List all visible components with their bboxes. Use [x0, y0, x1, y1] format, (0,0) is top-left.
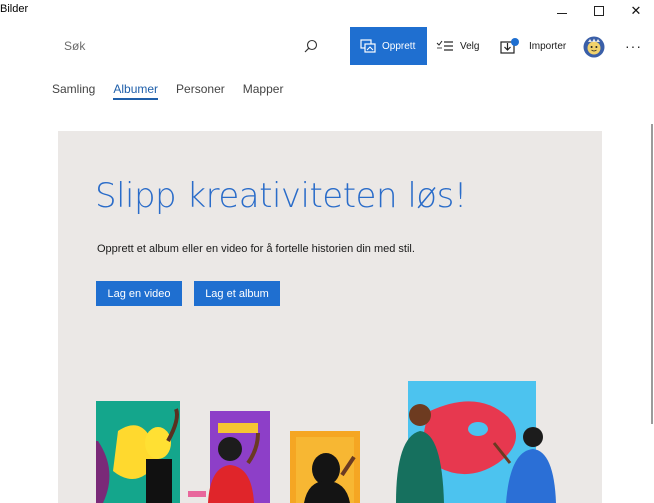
tab-samling[interactable]: Samling	[52, 82, 95, 104]
minimize-icon	[557, 12, 567, 14]
vertical-scrollbar[interactable]	[651, 124, 653, 424]
tab-personer[interactable]: Personer	[176, 82, 225, 104]
import-label: Importer	[529, 40, 567, 52]
search-icon[interactable]	[304, 39, 318, 53]
create-label: Opprett	[382, 40, 416, 52]
import-icon	[500, 38, 519, 54]
tab-mapper[interactable]: Mapper	[243, 82, 284, 104]
search-box[interactable]	[52, 30, 328, 62]
hero-title: Slipp kreativiteten løs!	[95, 176, 467, 216]
close-icon: ✕	[630, 3, 642, 18]
tab-albumer[interactable]: Albumer	[113, 82, 158, 104]
nav-tabs: Samling Albumer Personer Mapper	[52, 82, 301, 104]
select-button[interactable]: Velg	[436, 27, 496, 65]
photos-app-window: Bilder ✕ Opprett	[0, 0, 654, 503]
hero-subtitle: Opprett et album eller en video for å fo…	[97, 243, 415, 255]
albums-hero-banner: Slipp kreativiteten løs! Opprett et albu…	[58, 131, 602, 503]
create-album-button[interactable]: Lag et album	[194, 281, 280, 306]
maximize-icon	[594, 6, 604, 16]
create-video-button[interactable]: Lag en video	[96, 281, 182, 306]
import-button[interactable]: Importer	[500, 27, 580, 65]
create-icon	[360, 39, 376, 53]
more-options-button[interactable]: ···	[625, 38, 642, 54]
artists-illustration	[96, 381, 556, 503]
create-button[interactable]: Opprett	[350, 27, 427, 65]
select-icon	[436, 40, 453, 51]
close-button[interactable]: ✕	[614, 0, 654, 22]
select-label: Velg	[460, 40, 480, 52]
search-input[interactable]	[64, 39, 284, 53]
title-bar: Bilder ✕	[0, 0, 654, 22]
account-avatar[interactable]	[583, 36, 605, 58]
app-title: Bilder	[0, 3, 29, 15]
